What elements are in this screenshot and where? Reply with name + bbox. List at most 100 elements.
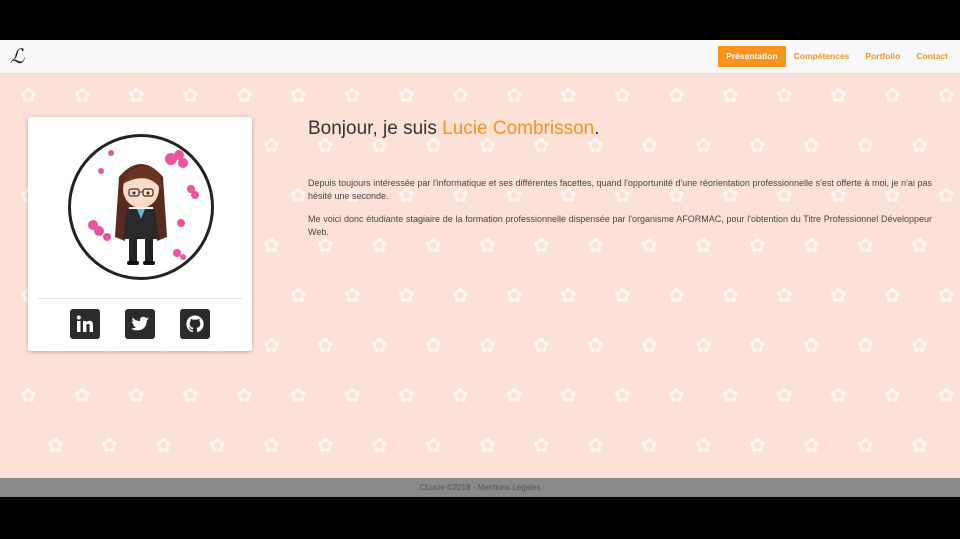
flower-decoration: ✿ (668, 285, 685, 307)
flower-decoration: ✿ (830, 285, 847, 307)
flower-decoration: ✿ (857, 135, 874, 157)
greeting-text: Bonjour, je suis (308, 118, 443, 139)
flower-decoration: ✿ (128, 385, 145, 407)
intro-paragraph-1: Depuis toujours intéressée par l'informa… (308, 178, 932, 201)
flower-decoration: ✿ (911, 435, 928, 457)
linkedin-link[interactable] (70, 309, 100, 339)
flower-decoration: ✿ (371, 335, 388, 357)
github-link[interactable] (180, 309, 210, 339)
flower-decoration: ✿ (317, 335, 334, 357)
flower-decoration: ✿ (290, 385, 307, 407)
intro-paragraph-2: Me voici donc étudiante stagiaire de la … (308, 214, 932, 237)
flower-decoration: ✿ (20, 85, 37, 107)
linkedin-icon (76, 315, 93, 332)
name-highlight: Lucie Combrisson (442, 118, 595, 139)
flower-decoration: ✿ (263, 135, 280, 157)
flower-decoration: ✿ (668, 385, 685, 407)
flower-decoration: ✿ (695, 435, 712, 457)
flower-decoration: ✿ (722, 285, 739, 307)
flower-decoration: ✿ (722, 85, 739, 107)
flower-decoration: ✿ (533, 435, 550, 457)
heading-period: . (594, 118, 600, 139)
flower-decoration: ✿ (938, 185, 955, 207)
nav-presentation[interactable]: Présentation (718, 46, 786, 67)
flower-decoration: ✿ (479, 235, 496, 257)
profile-card (28, 117, 252, 351)
flower-decoration: ✿ (344, 285, 361, 307)
flower-decoration: ✿ (155, 435, 172, 457)
flower-decoration: ✿ (614, 385, 631, 407)
flower-decoration: ✿ (776, 385, 793, 407)
footer: CLucie ©2018 - Mentions Légales (0, 478, 960, 497)
flower-decoration: ✿ (425, 335, 442, 357)
flower-decoration: ✿ (317, 235, 334, 257)
flower-decoration: ✿ (938, 285, 955, 307)
logo[interactable]: ℒ (10, 44, 28, 68)
footer-text[interactable]: CLucie ©2018 - Mentions Légales (420, 483, 541, 492)
flower-decoration: ✿ (695, 135, 712, 157)
flower-decoration: ✿ (533, 335, 550, 357)
flower-decoration: ✿ (290, 285, 307, 307)
flower-decoration: ✿ (641, 235, 658, 257)
avatar (68, 134, 214, 280)
github-icon (186, 315, 204, 333)
flower-decoration: ✿ (749, 135, 766, 157)
twitter-link[interactable] (125, 309, 155, 339)
flower-decoration: ✿ (938, 385, 955, 407)
flower-decoration: ✿ (263, 335, 280, 357)
flower-decoration: ✿ (452, 385, 469, 407)
flower-decoration: ✿ (641, 435, 658, 457)
flower-decoration: ✿ (830, 85, 847, 107)
flower-decoration: ✿ (344, 85, 361, 107)
flower-decoration: ✿ (128, 85, 145, 107)
flower-decoration: ✿ (722, 385, 739, 407)
flower-decoration: ✿ (74, 385, 91, 407)
flower-decoration: ✿ (695, 235, 712, 257)
flower-decoration: ✿ (398, 285, 415, 307)
flower-decoration: ✿ (830, 385, 847, 407)
nav-contact[interactable]: Contact (908, 46, 956, 67)
flower-decoration: ✿ (803, 235, 820, 257)
flower-decoration: ✿ (776, 85, 793, 107)
flower-decoration: ✿ (209, 435, 226, 457)
flower-decoration: ✿ (857, 335, 874, 357)
flower-decoration: ✿ (587, 235, 604, 257)
flower-decoration: ✿ (47, 435, 64, 457)
flower-decoration: ✿ (236, 85, 253, 107)
flower-decoration: ✿ (182, 85, 199, 107)
nav-portfolio[interactable]: Portfolio (857, 46, 908, 67)
flower-decoration: ✿ (857, 235, 874, 257)
flower-decoration: ✿ (290, 185, 307, 207)
flower-decoration: ✿ (749, 435, 766, 457)
flower-decoration: ✿ (560, 85, 577, 107)
flower-decoration: ✿ (506, 285, 523, 307)
nav-competences[interactable]: Compétences (786, 46, 858, 67)
flower-decoration: ✿ (911, 235, 928, 257)
flower-decoration: ✿ (290, 85, 307, 107)
chibi-avatar-icon (88, 150, 199, 265)
flower-decoration: ✿ (668, 85, 685, 107)
flower-decoration: ✿ (641, 135, 658, 157)
flower-decoration: ✿ (803, 135, 820, 157)
flower-decoration: ✿ (506, 85, 523, 107)
letterbox-top (0, 0, 960, 40)
flower-decoration: ✿ (479, 435, 496, 457)
flower-decoration: ✿ (749, 335, 766, 357)
flower-decoration: ✿ (587, 335, 604, 357)
flower-decoration: ✿ (74, 85, 91, 107)
flower-decoration: ✿ (911, 135, 928, 157)
flower-decoration: ✿ (371, 435, 388, 457)
flower-decoration: ✿ (317, 435, 334, 457)
flower-decoration: ✿ (479, 335, 496, 357)
flower-decoration: ✿ (236, 385, 253, 407)
flower-decoration: ✿ (344, 385, 361, 407)
flower-decoration: ✿ (641, 335, 658, 357)
flower-decoration: ✿ (695, 335, 712, 357)
flower-decoration: ✿ (371, 235, 388, 257)
flower-decoration: ✿ (452, 285, 469, 307)
twitter-icon (131, 316, 149, 331)
card-divider (38, 298, 242, 299)
flower-decoration: ✿ (182, 385, 199, 407)
flower-decoration: ✿ (263, 235, 280, 257)
flower-decoration: ✿ (398, 385, 415, 407)
